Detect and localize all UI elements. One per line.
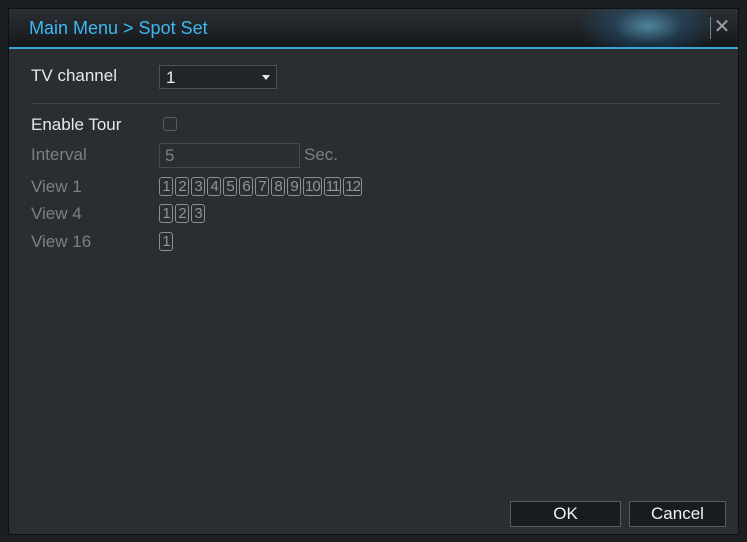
view1-channel-toggle[interactable]: 7 xyxy=(255,177,269,196)
interval-value: 5 xyxy=(165,146,175,165)
view1-channel-toggle[interactable]: 2 xyxy=(175,177,189,196)
view16-channel-toggle[interactable]: 1 xyxy=(159,232,173,251)
title-separator xyxy=(710,17,711,39)
ok-button[interactable]: OK xyxy=(510,501,621,527)
dialog-title: Main Menu > Spot Set xyxy=(29,18,208,38)
spot-set-dialog: Main Menu > Spot Set ✕ TV channel 1 Enab… xyxy=(8,8,739,535)
view1-channel-row: 1 2 3 4 5 6 7 8 9 10 11 12 xyxy=(159,177,362,196)
view4-channel-toggle[interactable]: 2 xyxy=(175,204,189,223)
title-bar: Main Menu > Spot Set ✕ xyxy=(9,9,738,49)
interval-unit: Sec. xyxy=(304,145,339,164)
view1-label: View 1 xyxy=(31,177,82,196)
interval-label: Interval xyxy=(31,145,87,164)
view1-channel-toggle[interactable]: 6 xyxy=(239,177,253,196)
view1-channel-toggle[interactable]: 10 xyxy=(303,177,322,196)
view1-channel-toggle[interactable]: 1 xyxy=(159,177,173,196)
view1-channel-toggle[interactable]: 4 xyxy=(207,177,221,196)
view1-channel-toggle[interactable]: 3 xyxy=(191,177,205,196)
view4-label: View 4 xyxy=(31,204,82,223)
view1-channel-toggle[interactable]: 11 xyxy=(323,177,342,196)
view4-channel-toggle[interactable]: 3 xyxy=(191,204,205,223)
cancel-button[interactable]: Cancel xyxy=(629,501,726,527)
enable-tour-label: Enable Tour xyxy=(31,115,122,134)
tv-channel-label: TV channel xyxy=(31,66,117,85)
view16-channel-row: 1 xyxy=(159,232,173,251)
interval-input[interactable]: 5 xyxy=(159,143,300,168)
chevron-down-icon xyxy=(262,75,270,80)
tv-channel-value: 1 xyxy=(166,68,176,87)
view1-channel-toggle[interactable]: 12 xyxy=(343,177,362,196)
view1-channel-toggle[interactable]: 5 xyxy=(223,177,237,196)
view1-channel-toggle[interactable]: 8 xyxy=(271,177,285,196)
view16-label: View 16 xyxy=(31,232,92,251)
enable-tour-checkbox[interactable] xyxy=(163,117,177,131)
view4-channel-row: 123 xyxy=(159,204,205,223)
title-glow-decoration xyxy=(578,9,718,47)
section-divider xyxy=(31,103,721,104)
tv-channel-select[interactable]: 1 xyxy=(159,65,277,89)
view1-channel-toggle[interactable]: 9 xyxy=(287,177,301,196)
view4-channel-toggle[interactable]: 1 xyxy=(159,204,173,223)
close-icon[interactable]: ✕ xyxy=(712,15,732,39)
